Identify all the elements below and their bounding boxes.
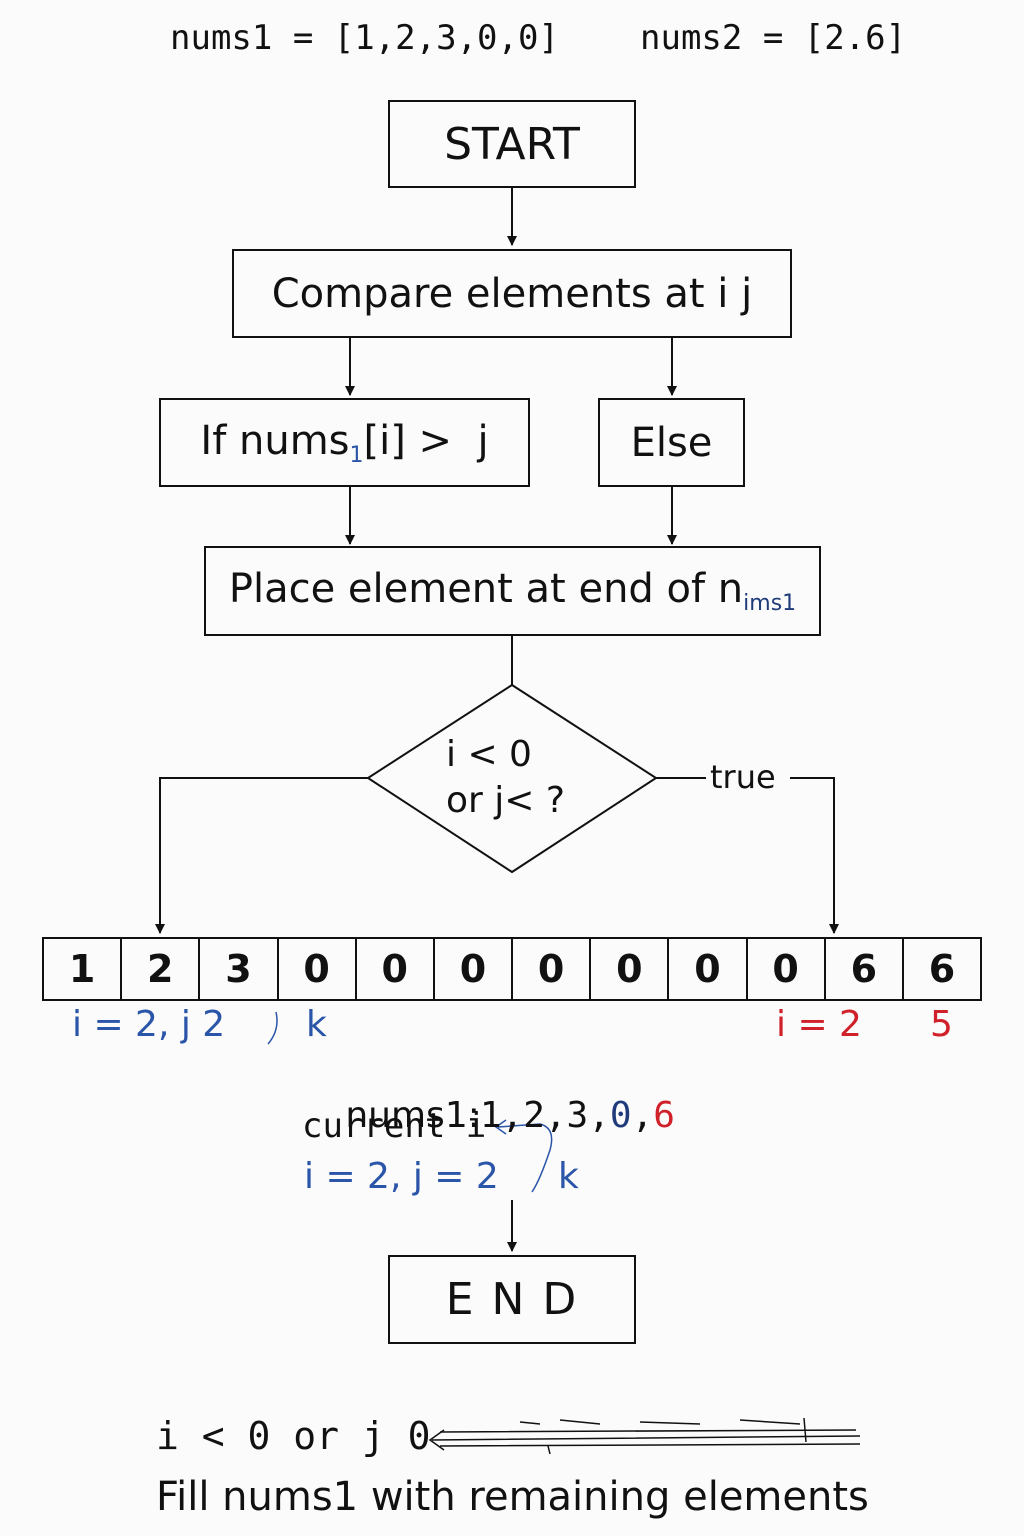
array-cell: 0 <box>354 937 435 1001</box>
curl-mark-left <box>267 1011 278 1045</box>
array-cell: 6 <box>901 937 983 1001</box>
true-label: true <box>710 758 776 796</box>
footer-action: Fill nums1 with remaining elements <box>156 1474 869 1520</box>
if-label: If nums1[i] > j <box>200 418 488 468</box>
state-k: k <box>558 1156 579 1197</box>
nums1-result-comma: , <box>631 1095 654 1136</box>
array-cell: 6 <box>823 937 904 1001</box>
right-pointer-label: i = 2 <box>776 1004 862 1045</box>
start-node: START <box>388 100 636 188</box>
place-label: Place element at end of nims1 <box>229 566 796 616</box>
else-node: Else <box>598 398 745 487</box>
scribble-arrow <box>431 1417 861 1455</box>
if-suffix: > j <box>405 417 489 464</box>
arrow-decision-left <box>155 777 368 934</box>
left-pointer-label: i = 2, j 2 <box>72 1004 226 1045</box>
if-bracket: [i] <box>363 417 406 464</box>
end-label: E N D <box>445 1274 579 1325</box>
place-node: Place element at end of nims1 <box>204 546 821 636</box>
state-line: i = 2, j = 2 <box>304 1156 499 1197</box>
k-marker: k <box>306 1004 327 1045</box>
end-node: E N D <box>388 1255 636 1344</box>
nums1-result-values: 1,2,3, <box>479 1095 610 1136</box>
array-cell: 0 <box>432 937 514 1001</box>
else-label: Else <box>630 419 713 466</box>
nums2-header: nums2 = [2.6] <box>640 18 907 58</box>
array-cell: 3 <box>198 937 279 1001</box>
arrow-decision-true-2 <box>790 777 839 934</box>
decision-label: i < 0 or j< ? <box>446 732 565 824</box>
array-cell: 0 <box>511 937 592 1001</box>
if-node: If nums1[i] > j <box>159 398 530 487</box>
nums1-result-blue: 0 <box>609 1095 632 1136</box>
if-subscript: 1 <box>349 442 364 468</box>
array-row: 123000000066 <box>42 937 983 1001</box>
array-cell: 1 <box>42 937 123 1001</box>
compare-label: Compare elements at i j <box>271 270 753 317</box>
place-prefix: Place element at end of n <box>228 566 744 612</box>
array-cell: 0 <box>745 937 826 1001</box>
array-cell: 0 <box>589 937 670 1001</box>
array-cell: 2 <box>120 937 201 1001</box>
footer-condition: i < 0 or j 0 <box>156 1414 431 1458</box>
compare-node: Compare elements at i j <box>232 249 792 338</box>
array-cell: 0 <box>276 937 357 1001</box>
array-cell: 0 <box>667 937 748 1001</box>
decision-line-1: i < 0 <box>446 734 532 775</box>
decision-line-2: or j< ? <box>446 780 565 821</box>
nums1-header: nums1 = [1,2,3,0,0] <box>170 18 559 58</box>
place-subscript: ims1 <box>743 591 797 616</box>
start-label: START <box>444 118 580 170</box>
if-prefix: If nums <box>200 417 350 464</box>
current-i-label: current i <box>302 1106 487 1146</box>
nums1-result-red: 6 <box>653 1095 675 1136</box>
right-value-label: 5 <box>930 1004 953 1045</box>
